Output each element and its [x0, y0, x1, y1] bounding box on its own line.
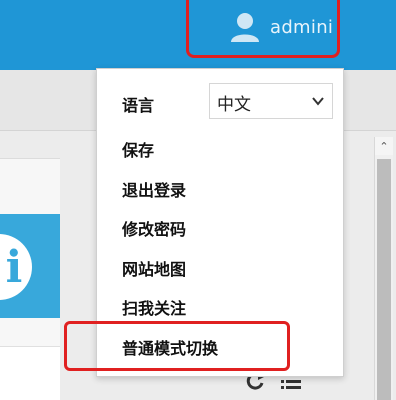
menu-item-sitemap[interactable]: 网站地图: [122, 256, 186, 282]
lower-content-panel: [0, 346, 60, 400]
info-glyph: i: [5, 241, 23, 293]
top-header-bar: admini: [0, 0, 396, 70]
language-select-value: 中文: [217, 95, 251, 115]
user-icon: [231, 13, 259, 42]
username-label: admini: [270, 16, 334, 38]
menu-item-save[interactable]: 保存: [122, 137, 154, 163]
user-dropdown-menu: 语言 中文 保存 退出登录 修改密码 网站地图 扫我关注 普通模式切换: [96, 68, 344, 377]
info-card: i: [0, 214, 60, 318]
app-window: admini i ⌃ 语言 中文 保存 退出登录 修改密码 网站地图 扫我关注 …: [0, 0, 396, 400]
menu-item-normal-mode-switch[interactable]: 普通模式切换: [122, 335, 218, 361]
language-label: 语言: [122, 96, 155, 115]
user-menu-trigger[interactable]: admini: [228, 10, 333, 44]
chevron-down-icon: [312, 97, 324, 106]
menu-item-scan-follow[interactable]: 扫我关注: [122, 295, 186, 321]
scrollbar-thumb[interactable]: [377, 159, 391, 400]
menu-item-logout[interactable]: 退出登录: [122, 177, 186, 203]
info-icon: i: [0, 234, 32, 300]
vertical-scrollbar[interactable]: ⌃: [374, 137, 393, 400]
language-select[interactable]: 中文: [209, 83, 333, 119]
menu-item-change-password[interactable]: 修改密码: [122, 216, 186, 242]
scroll-up-arrow-icon[interactable]: ⌃: [375, 137, 393, 155]
language-row: 语言 中文: [97, 83, 343, 121]
